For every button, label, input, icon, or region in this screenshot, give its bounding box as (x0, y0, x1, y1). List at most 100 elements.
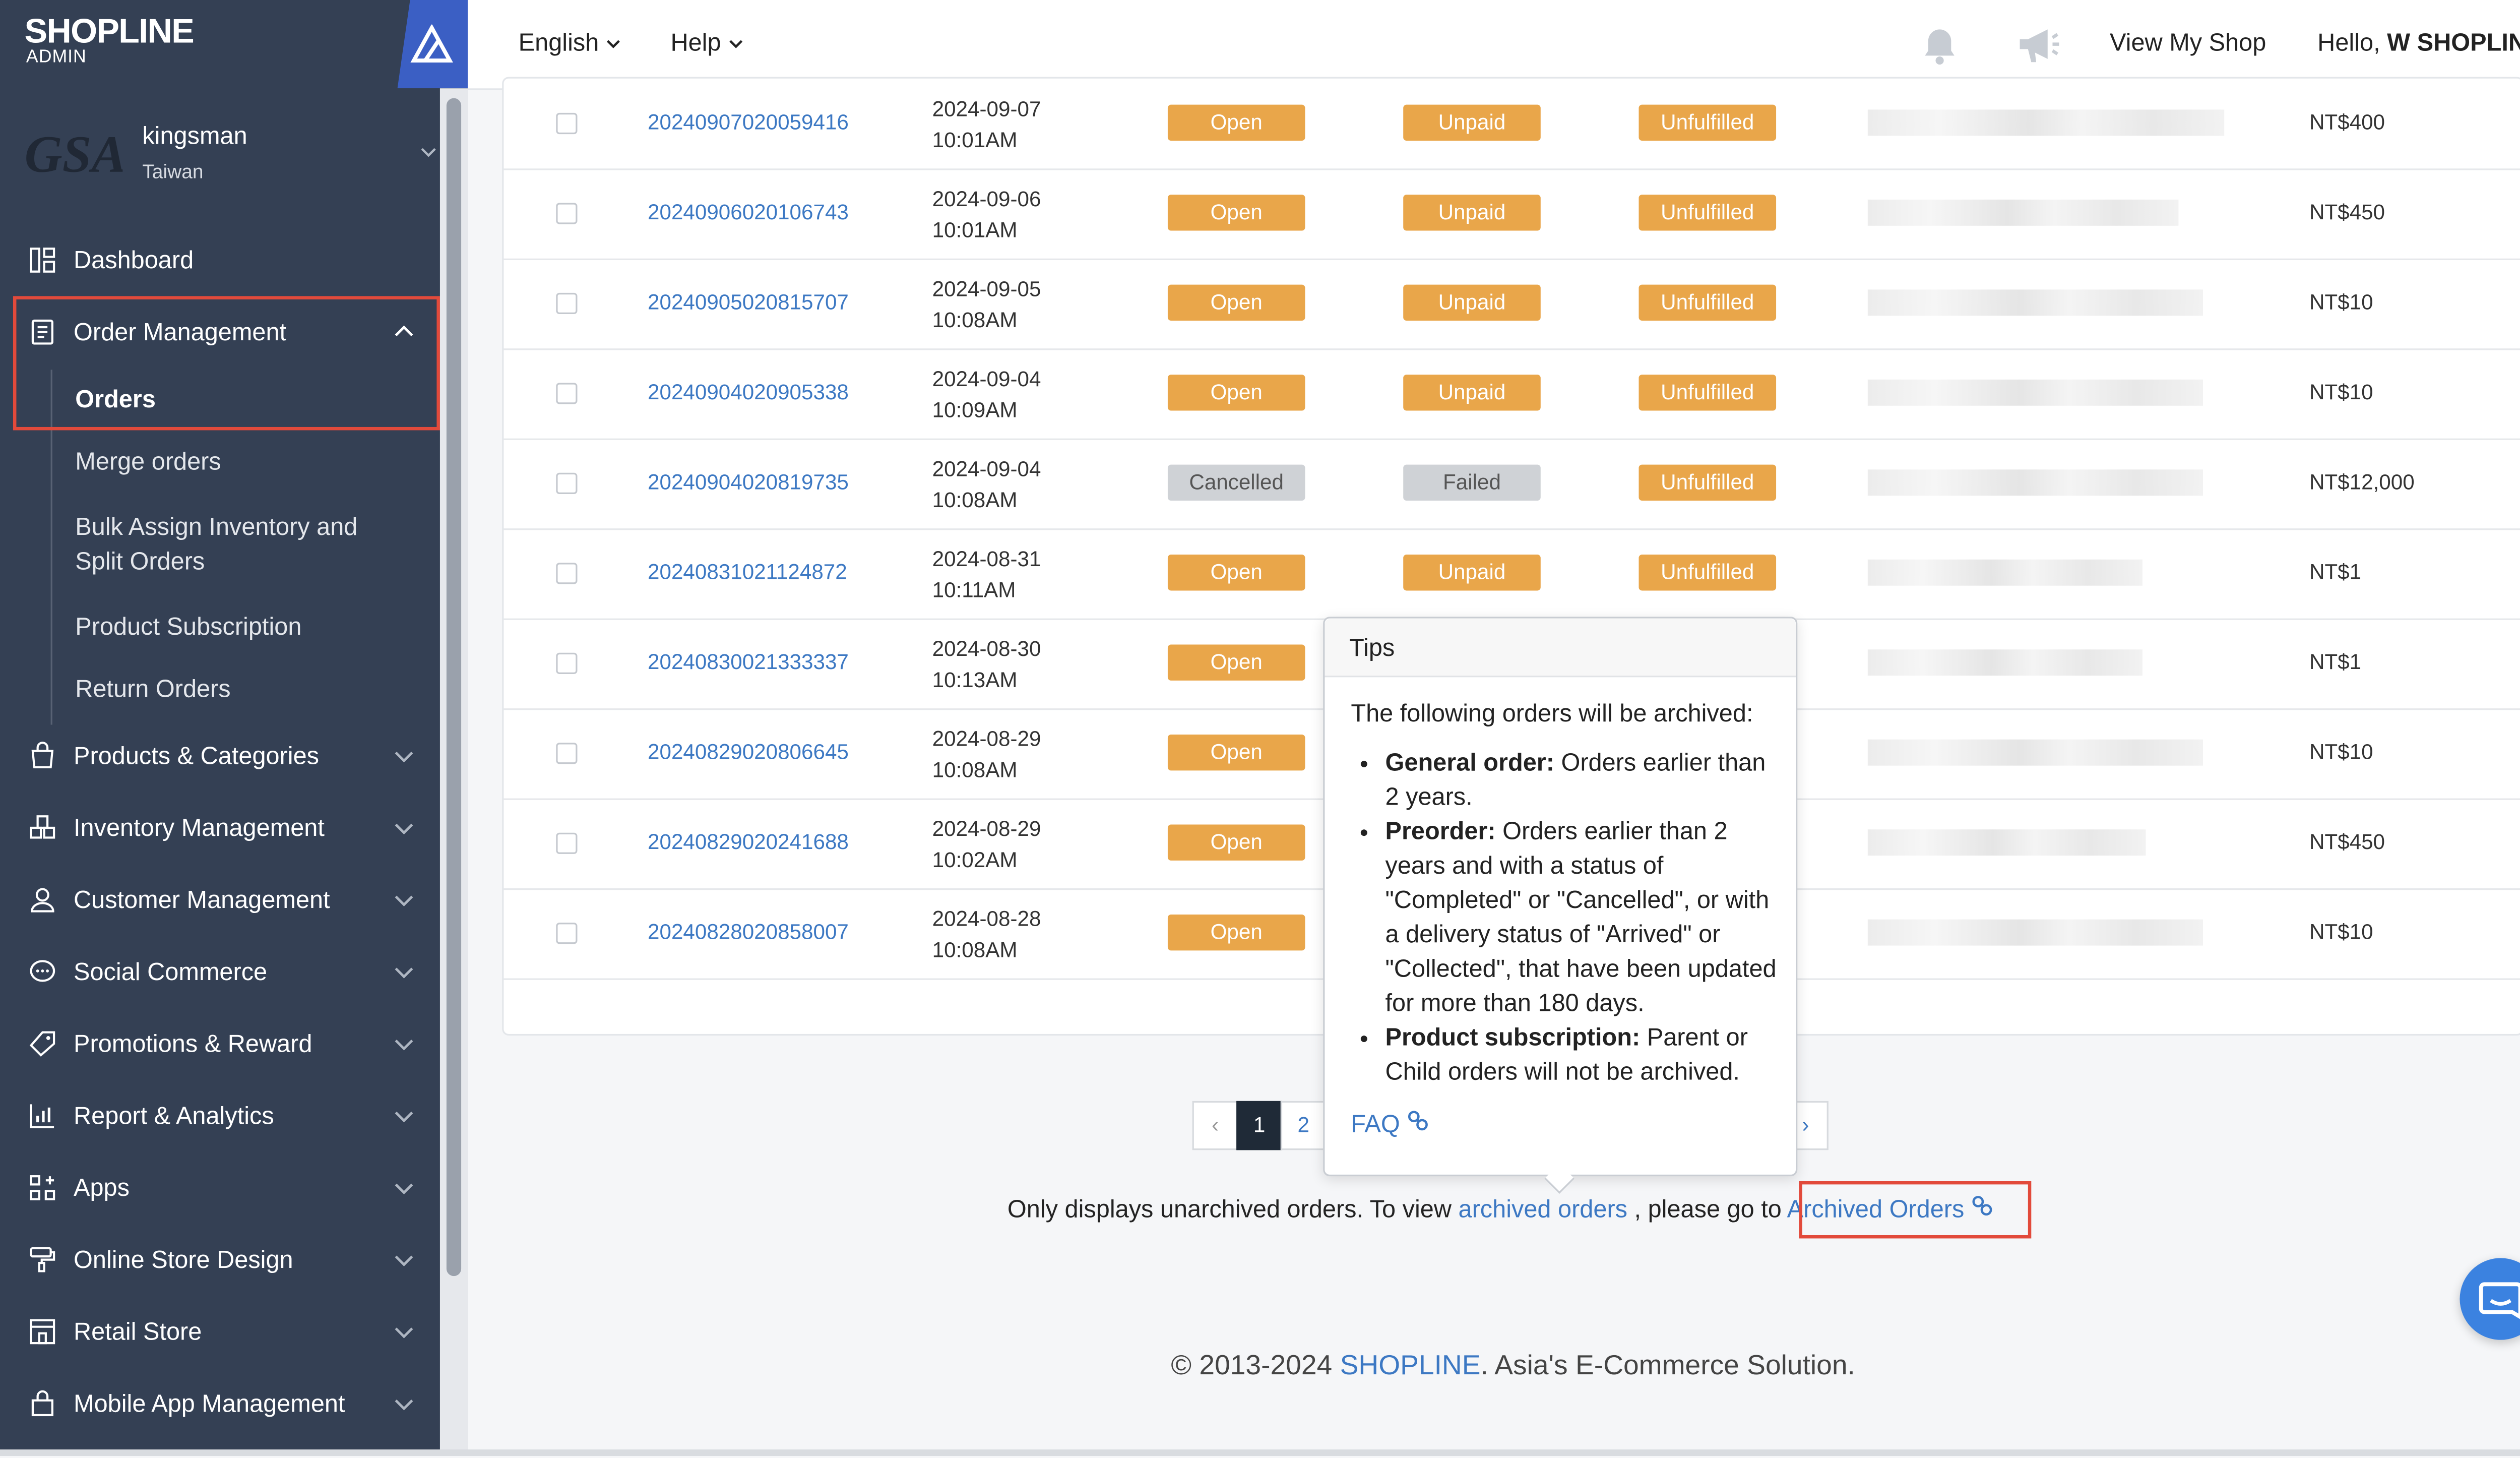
sidebar-item-customers[interactable]: Customer Management (0, 867, 440, 933)
sidebar-item-mobile-app[interactable]: Mobile App Management (0, 1371, 440, 1436)
pagination-page-1[interactable]: 1 (1236, 1101, 1283, 1150)
sidebar-item-social-commerce[interactable]: Social Commerce (0, 939, 440, 1005)
language-dropdown[interactable]: English (519, 29, 622, 57)
sidebar-item-products[interactable]: Products & Categories (0, 723, 440, 788)
chat-icon (2479, 1282, 2520, 1319)
greeting-label: Hello, (2317, 29, 2380, 57)
user-menu[interactable]: Hello, W SHOPLINE (2317, 29, 2520, 57)
pagination-prev[interactable]: ‹ (1192, 1101, 1238, 1150)
dashboard-icon (26, 244, 59, 277)
shopline-logo[interactable]: SHOPLINE (25, 13, 195, 52)
tooltip-arrow (1544, 1164, 1574, 1194)
order-number-link[interactable]: 20240831021124872 (648, 560, 847, 584)
order-date-time: 10:02AM (932, 847, 1018, 872)
order-status-badge: Open (1167, 914, 1305, 951)
order-amount: NT$10 (2309, 739, 2373, 764)
row-checkbox[interactable] (556, 743, 578, 764)
order-number-link[interactable]: 20240907020059416 (648, 109, 849, 134)
row-checkbox[interactable] (556, 832, 578, 854)
row-checkbox[interactable] (556, 292, 578, 315)
row-checkbox[interactable] (556, 652, 578, 674)
help-label: Help (670, 29, 721, 57)
row-checkbox[interactable] (556, 923, 578, 944)
chat-launcher-button[interactable] (2460, 1258, 2520, 1340)
sidebar-item-online-store-design[interactable]: Online Store Design (0, 1227, 440, 1293)
order-number-link[interactable]: 20240829020806645 (648, 740, 849, 764)
sidebar-item-apps[interactable]: Apps (0, 1155, 440, 1221)
chevron-down-icon (394, 1175, 414, 1202)
order-amount: NT$10 (2309, 379, 2373, 404)
order-date: 2024-09-07 10:01AM (932, 93, 1041, 155)
table-row: 20240906020106743 2024-09-06 10:01AM Open Un… (503, 168, 2520, 260)
chevron-down-icon (394, 1247, 414, 1274)
table-row: 20240831021124872 2024-08-31 10:11AM Open Un… (503, 528, 2520, 620)
chevron-down-icon (394, 1390, 414, 1418)
order-date: 2024-09-04 10:09AM (932, 363, 1041, 425)
order-status-badge: Open (1167, 824, 1305, 861)
order-number-link[interactable]: 20240828020858007 (648, 920, 849, 944)
tooltip-item: Product subscription: Parent or Child or… (1385, 1021, 1780, 1089)
order-date-time: 10:08AM (932, 937, 1018, 962)
order-amount: NT$1 (2309, 559, 2362, 584)
order-status-badge: Open (1167, 284, 1305, 321)
order-number-link[interactable]: 20240904020905338 (648, 380, 849, 404)
row-checkbox[interactable] (556, 563, 578, 584)
megaphone-icon[interactable] (2015, 25, 2061, 76)
order-number-link[interactable]: 20240829020241688 (648, 829, 849, 854)
sidebar-item-reports[interactable]: Report & Analytics (0, 1083, 440, 1148)
faq-label: FAQ (1351, 1111, 1400, 1139)
tooltip-intro: The following orders will be archived: (1351, 700, 1753, 728)
archive-note-middle: , please go to (1627, 1196, 1787, 1224)
delivery-status-badge: Unfulfilled (1639, 195, 1777, 231)
sidebar-item-retail-store[interactable]: Retail Store (0, 1299, 440, 1365)
order-date-day: 2024-08-29 (932, 816, 1041, 841)
sidebar-item-dashboard[interactable]: Dashboard (0, 227, 440, 293)
archived-orders-tip-link[interactable]: archived orders (1459, 1196, 1628, 1224)
footer-suffix: . Asia's E-Commerce Solution. (1480, 1350, 1855, 1381)
order-number-link[interactable]: 20240904020819735 (648, 469, 849, 494)
order-number-link[interactable]: 20240830021333337 (648, 649, 849, 674)
sidebar-item-inventory[interactable]: Inventory Management (0, 795, 440, 861)
row-checkbox[interactable] (556, 112, 578, 135)
footer-shopline-link[interactable]: SHOPLINE (1340, 1350, 1481, 1381)
redacted-customer-info (1867, 829, 2146, 856)
row-checkbox[interactable] (556, 472, 578, 494)
row-checkbox[interactable] (556, 203, 578, 224)
sidebar: SHOPLINE ADMIN GSA kingsman Taiwan Dashb… (0, 0, 468, 1456)
order-number-link[interactable]: 20240905020815707 (648, 289, 849, 314)
order-date-day: 2024-09-06 (932, 186, 1041, 211)
faq-link[interactable]: FAQ (1351, 1109, 1429, 1139)
pagination-page-2[interactable]: 2 (1280, 1101, 1327, 1150)
order-status-badge: Open (1167, 644, 1305, 681)
row-checkbox[interactable] (556, 383, 578, 404)
order-date-time: 10:11AM (932, 577, 1016, 602)
sidebar-subitem-return-orders[interactable]: Return Orders (75, 673, 230, 707)
tooltip-title: Tips (1325, 618, 1796, 678)
order-date: 2024-08-30 10:13AM (932, 633, 1041, 695)
order-date-time: 10:13AM (932, 667, 1018, 692)
sidebar-subitem-merge-orders[interactable]: Merge orders (75, 445, 221, 479)
sidebar-subitem-bulk-assign[interactable]: Bulk Assign Inventory and Split Orders (75, 510, 402, 579)
view-my-shop-link[interactable]: View My Shop (2110, 29, 2266, 57)
order-date-time: 10:08AM (932, 308, 1018, 332)
logo-admin-label: ADMIN (26, 47, 87, 68)
footer-prefix: © 2013-2024 (1171, 1350, 1340, 1381)
order-number-link[interactable]: 20240906020106743 (648, 200, 849, 224)
order-date-day: 2024-08-28 (932, 906, 1041, 931)
order-date-time: 10:09AM (932, 397, 1018, 422)
table-row: 20240904020819735 2024-09-04 10:08AM Cancel… (503, 439, 2520, 530)
help-dropdown[interactable]: Help (670, 29, 744, 57)
bell-icon[interactable] (1918, 25, 1961, 76)
sidebar-item-promotions[interactable]: Promotions & Reward (0, 1011, 440, 1076)
payment-status-badge: Unpaid (1403, 375, 1541, 411)
sidebar-scrollbar[interactable] (439, 88, 468, 1456)
order-date: 2024-08-29 10:02AM (932, 813, 1041, 875)
store-avatar: GSA (24, 124, 123, 184)
store-switcher[interactable]: GSA kingsman Taiwan (0, 108, 440, 200)
scrollbar-thumb[interactable] (446, 98, 462, 1277)
payment-status-badge: Unpaid (1403, 195, 1541, 231)
sidebar-subitem-product-subscription[interactable]: Product Subscription (75, 610, 301, 644)
sidebar-item-label: Promotions & Reward (74, 1029, 312, 1058)
order-date-time: 10:08AM (932, 488, 1018, 512)
tooltip-list: General order: Orders earlier than 2 yea… (1351, 746, 1779, 1089)
